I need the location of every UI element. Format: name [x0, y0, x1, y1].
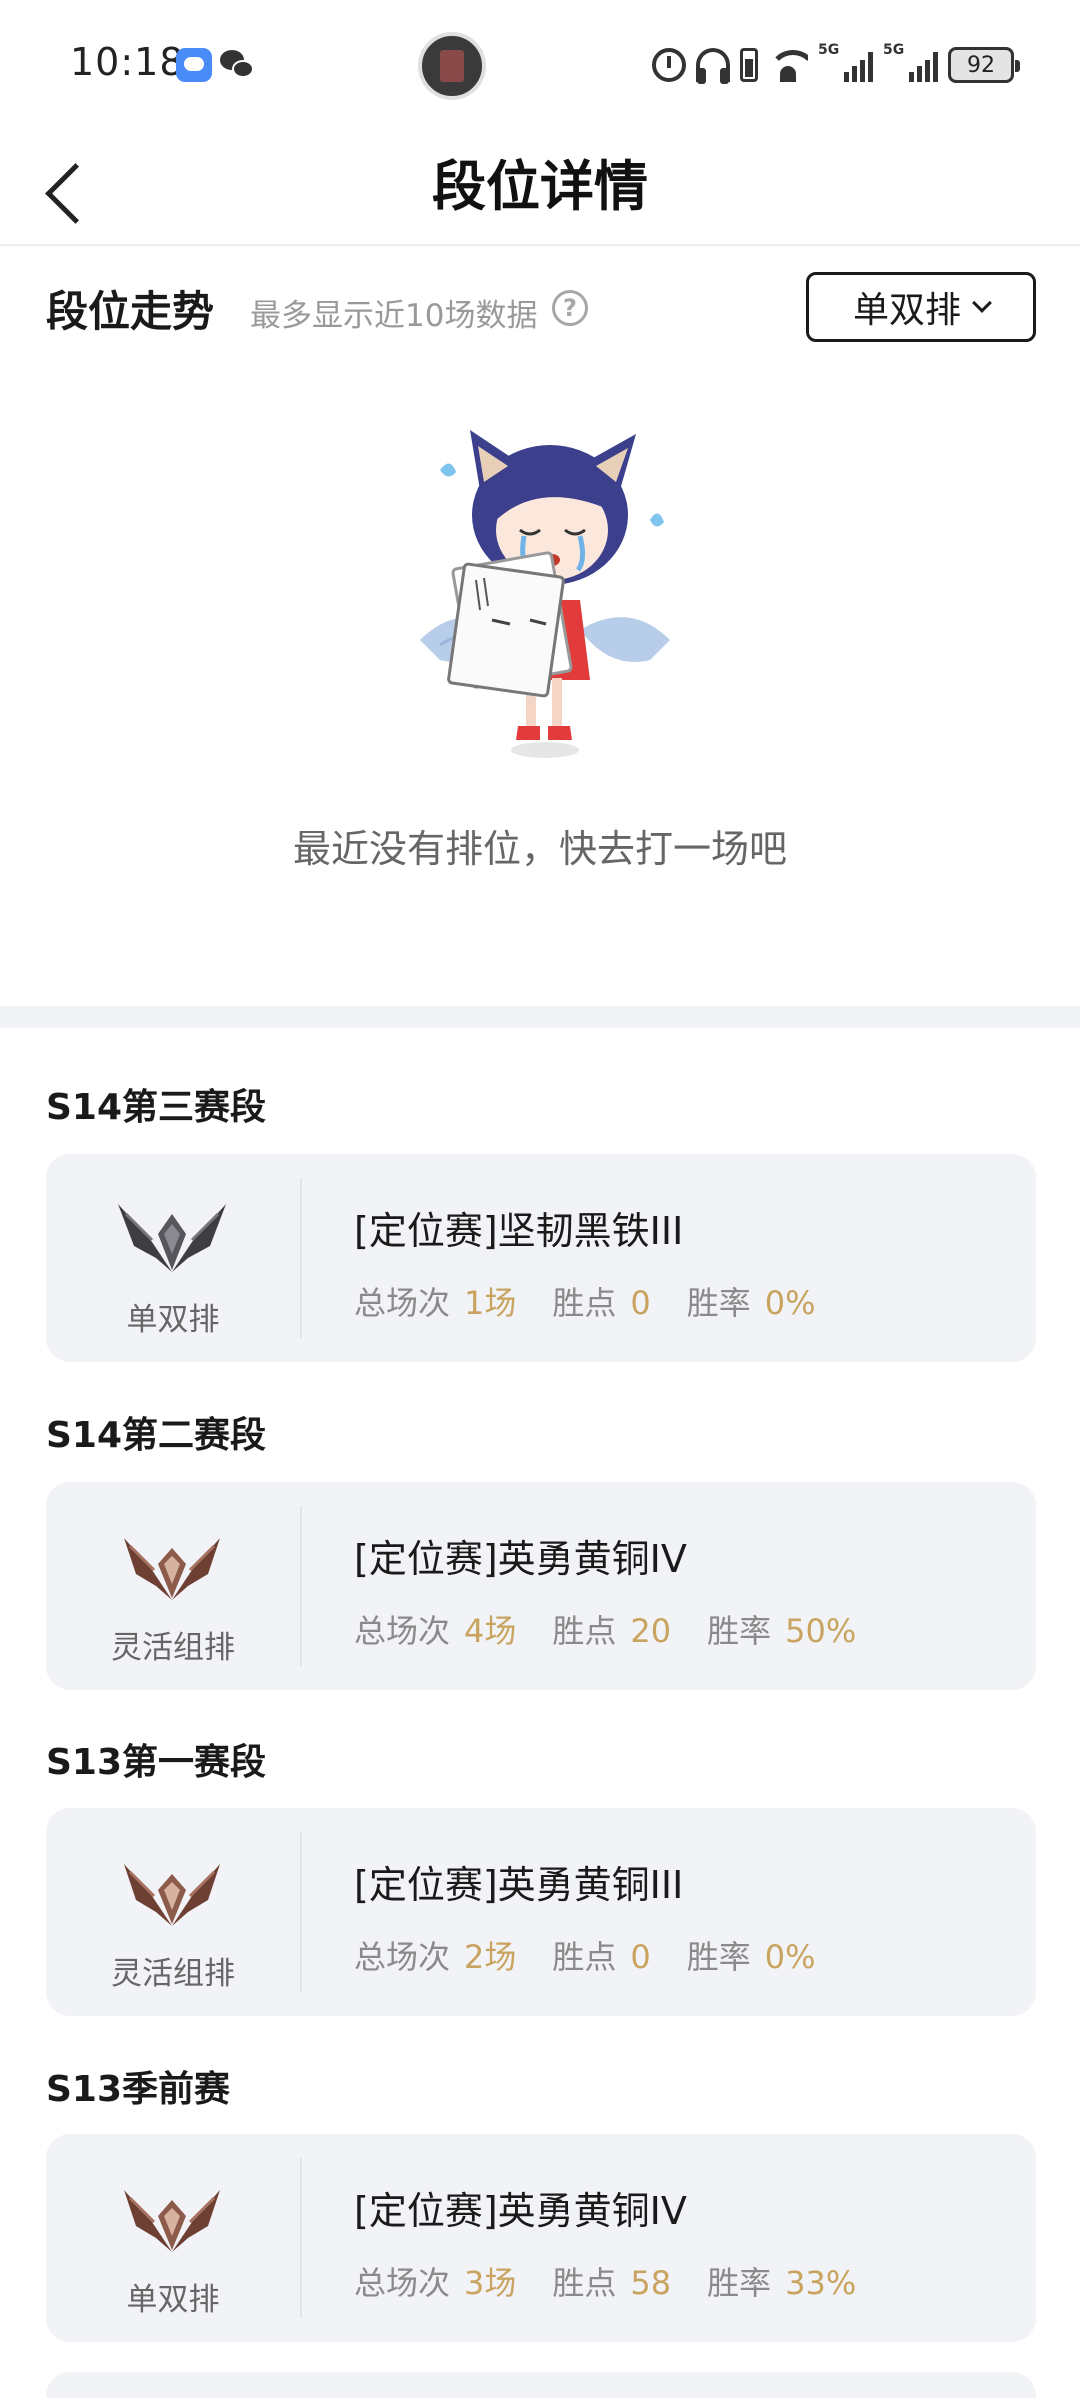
rank-card[interactable]: 单双排 [定位赛]英勇黄铜IV 总场次 3场 胜点 58 胜率 33% [46, 2134, 1036, 2342]
rank-card[interactable]: 单双排 [定位赛]坚韧黑铁III 总场次 1场 胜点 0 胜率 0% [46, 1154, 1036, 1362]
message-app-icon [176, 48, 212, 82]
iron-emblem-icon [118, 1204, 226, 1272]
queue-mode-select[interactable]: 单双排 [806, 272, 1036, 342]
battery-icon: 92 [948, 47, 1020, 83]
league-points-value: 0 [630, 1284, 651, 1322]
chevron-down-icon [972, 293, 992, 313]
rank-card[interactable]: 灵活组排 [定位赛]英勇黄铜III 总场次 2场 胜点 0 胜率 0% [46, 1808, 1036, 2016]
win-rate-value: 33% [785, 2264, 857, 2302]
rank-emblem-area: 灵活组排 [46, 1482, 300, 1690]
season-title: S14第三赛段 [46, 1087, 267, 1128]
bronze-emblem-icon [124, 1538, 220, 1600]
rank-name: [定位赛]英勇黄铜IV [354, 2189, 687, 2233]
rank-name: [定位赛]英勇黄铜IV [354, 1537, 687, 1581]
rank-emblem-area: 灵活组排 [46, 1808, 300, 2016]
queue-type-label: 灵活组排 [111, 1630, 235, 1666]
section-subtitle: 最多显示近10场数据 [250, 298, 538, 334]
league-points-label: 胜点 [552, 1938, 617, 1976]
battery-level: 92 [967, 52, 995, 78]
empty-state-illustration [420, 430, 670, 758]
total-games-value: 3场 [464, 2264, 517, 2302]
season-title: S14第二赛段 [46, 1415, 267, 1456]
total-games-label: 总场次 [354, 1938, 451, 1976]
league-points-label: 胜点 [552, 2264, 617, 2302]
help-icon[interactable]: ? [552, 290, 588, 326]
league-points-value: 20 [630, 1612, 672, 1650]
signal-icon: 5G [883, 42, 938, 82]
card-divider [300, 1178, 302, 1338]
queue-type-label: 单双排 [126, 1302, 220, 1338]
section-title: 段位走势 [46, 287, 215, 336]
rank-stats: 总场次 2场 胜点 0 胜率 0% [354, 1932, 852, 1978]
total-games-value: 4场 [464, 1612, 517, 1650]
win-rate-label: 胜率 [707, 2264, 772, 2302]
page-title: 段位详情 [432, 155, 648, 218]
total-games-label: 总场次 [354, 1284, 451, 1322]
bronze-emblem-icon [124, 2190, 220, 2252]
rank-stats: 总场次 3场 胜点 58 胜率 33% [354, 2258, 892, 2304]
signal-type-label: 5G [818, 42, 840, 58]
floating-app-icon[interactable] [418, 32, 486, 100]
status-time: 10:18 [70, 40, 185, 84]
league-points-label: 胜点 [552, 1284, 617, 1322]
total-games-label: 总场次 [354, 1612, 451, 1650]
rank-name: [定位赛]坚韧黑铁III [354, 1209, 684, 1253]
win-rate-value: 50% [785, 1612, 857, 1650]
total-games-value: 1场 [464, 1284, 517, 1322]
queue-type-label: 单双排 [126, 2282, 220, 2318]
win-rate-label: 胜率 [686, 1284, 751, 1322]
rank-stats: 总场次 4场 胜点 20 胜率 50% [354, 1606, 892, 1652]
total-games-label: 总场次 [354, 2264, 451, 2302]
rank-emblem-area: 单双排 [46, 1154, 300, 1362]
nav-bar: 段位详情 [0, 132, 1080, 246]
rank-card[interactable]: 灵活组排 [定位赛]英勇黄铜IV 总场次 4场 胜点 20 胜率 50% [46, 1482, 1036, 1690]
win-rate-label: 胜率 [707, 1612, 772, 1650]
section-divider [0, 1006, 1080, 1028]
season-title: S13第一赛段 [46, 1742, 267, 1783]
rank-card-partial[interactable] [46, 2372, 1036, 2398]
win-rate-label: 胜率 [686, 1938, 751, 1976]
card-divider [300, 1832, 302, 1992]
alarm-icon [652, 48, 686, 82]
rank-stats: 总场次 1场 胜点 0 胜率 0% [354, 1278, 852, 1324]
status-bar: 10:18 5G 5G 92 [0, 0, 1080, 132]
bronze-emblem-icon [124, 1864, 220, 1926]
league-points-value: 58 [630, 2264, 672, 2302]
rank-emblem-area: 单双排 [46, 2134, 300, 2342]
win-rate-value: 0% [764, 1284, 816, 1322]
signal-type-label: 5G [883, 42, 905, 58]
league-points-value: 0 [630, 1938, 651, 1976]
rank-trend-header: 段位走势 最多显示近10场数据 ? 单双排 [46, 272, 1036, 342]
rank-name: [定位赛]英勇黄铜III [354, 1863, 684, 1907]
total-games-value: 2场 [464, 1938, 517, 1976]
queue-type-label: 灵活组排 [111, 1956, 235, 1992]
empty-state-text: 最近没有排位，快去打一场吧 [292, 827, 787, 871]
wifi-icon [768, 48, 808, 82]
win-rate-value: 0% [764, 1938, 816, 1976]
card-divider [300, 2158, 302, 2318]
headset-battery-icon [740, 48, 758, 82]
signal-icon: 5G [818, 42, 873, 82]
headset-icon [696, 48, 730, 84]
card-divider [300, 1506, 302, 1666]
season-title: S13季前赛 [46, 2069, 231, 2110]
league-points-label: 胜点 [552, 1612, 617, 1650]
wechat-icon [220, 48, 256, 82]
queue-mode-label: 单双排 [852, 290, 961, 331]
status-icons: 5G 5G 92 [652, 42, 1020, 88]
